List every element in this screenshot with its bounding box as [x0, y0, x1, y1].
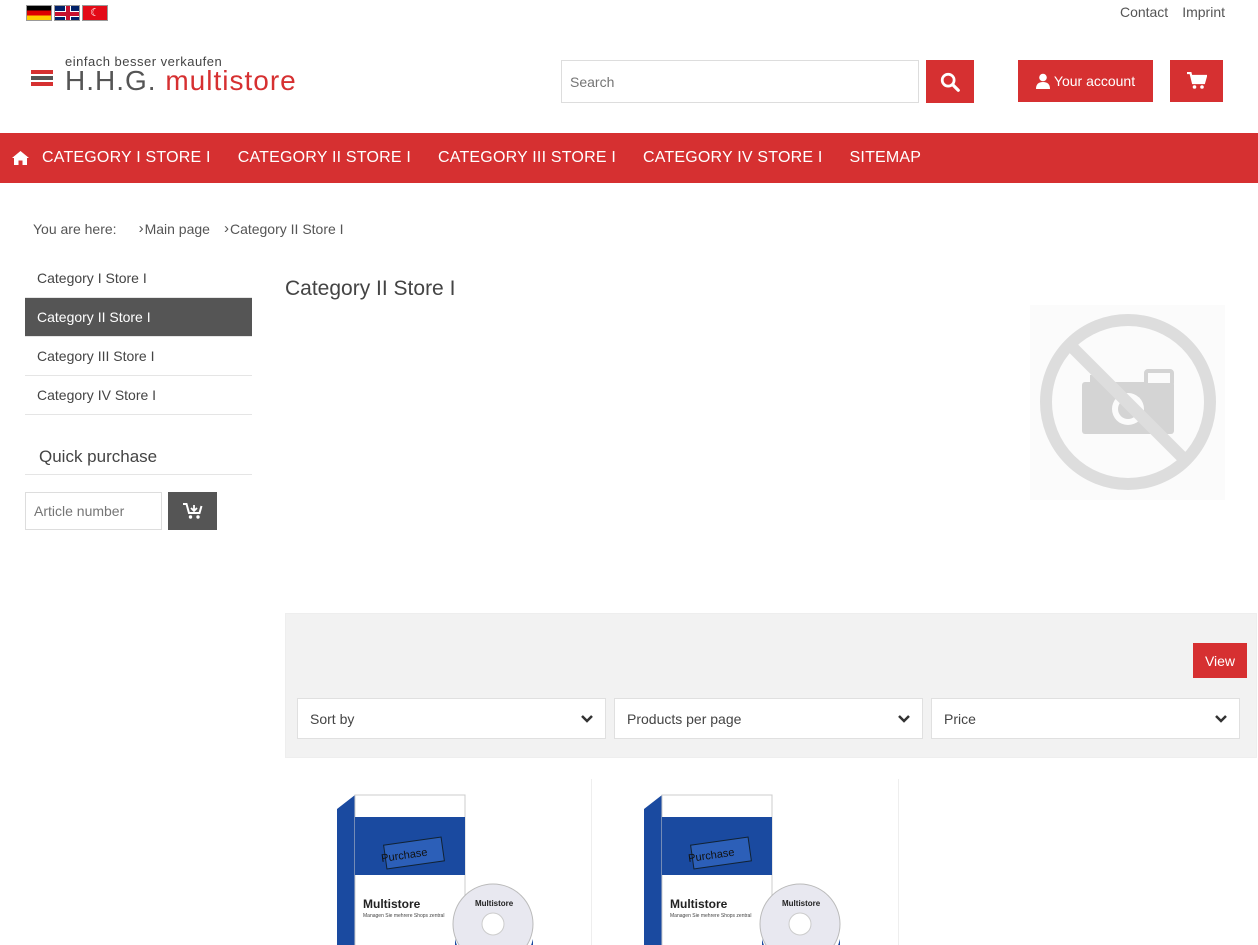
- article-number-input[interactable]: [25, 492, 162, 530]
- imprint-link[interactable]: Imprint: [1182, 4, 1225, 20]
- nav-category-3[interactable]: CATEGORY III STORE I: [438, 149, 616, 167]
- chevron-down-icon: [898, 714, 910, 723]
- user-icon: [1035, 73, 1050, 89]
- logo-bars-icon: [31, 70, 53, 88]
- nav-sitemap[interactable]: SITEMAP: [850, 149, 922, 167]
- sidebar-item-category-3[interactable]: Category III Store I: [25, 337, 252, 376]
- products-per-page-select[interactable]: Products per page: [614, 698, 923, 739]
- product-box-subtitle: Managen Sie mehrere Shops zentral: [363, 913, 444, 919]
- product-disc-label: Multistore: [475, 899, 514, 908]
- chevron-down-icon: [1215, 714, 1227, 723]
- chevron-right-icon: ›: [138, 220, 144, 237]
- breadcrumb-current-label: Category II Store I: [229, 220, 344, 237]
- chevron-right-icon: ›: [223, 220, 229, 237]
- page-title: Category II Store I: [285, 277, 456, 300]
- sidebar-item-category-4[interactable]: Category IV Store I: [25, 376, 252, 415]
- product-box-title: Multistore: [670, 897, 728, 911]
- search-button[interactable]: [926, 60, 974, 103]
- account-button[interactable]: Your account: [1018, 60, 1153, 102]
- product-disc-label: Multistore: [782, 899, 821, 908]
- nav-category-1[interactable]: CATEGORY I STORE I: [42, 149, 211, 167]
- product-card[interactable]: Purchase Multistore Managen Sie mehrere …: [592, 779, 899, 945]
- product-box-subtitle: Managen Sie mehrere Shops zentral: [670, 913, 751, 919]
- chevron-down-icon: [581, 714, 593, 723]
- view-button[interactable]: View: [1193, 643, 1247, 678]
- top-links: Contact Imprint: [1120, 4, 1225, 20]
- breadcrumb-main-page[interactable]: › Main page: [139, 220, 210, 237]
- product-image: Purchase Multistore Managen Sie mehrere …: [644, 794, 841, 945]
- sidebar-item-category-2[interactable]: Category II Store I: [25, 298, 252, 337]
- search-icon: [940, 72, 960, 92]
- breadcrumb-current[interactable]: › Category II Store I: [224, 220, 344, 237]
- logo-brand-hhg: H.H.G.: [65, 65, 157, 96]
- account-label: Your account: [1053, 73, 1136, 89]
- main-navigation: CATEGORY I STORE I CATEGORY II STORE I C…: [0, 133, 1258, 183]
- cart-button[interactable]: [1170, 60, 1223, 102]
- contact-link[interactable]: Contact: [1120, 4, 1168, 20]
- sidebar-item-category-1[interactable]: Category I Store I: [25, 259, 252, 298]
- breadcrumb: You are here: › Main page › Category II St…: [33, 220, 344, 237]
- category-sidebar: Category I Store I Category II Store I C…: [25, 259, 252, 415]
- sort-by-select[interactable]: Sort by: [297, 698, 606, 739]
- breadcrumb-main-page-label: Main page: [144, 220, 210, 237]
- sort-by-label: Sort by: [310, 710, 355, 727]
- product-image: Purchase Multistore Managen Sie mehrere …: [337, 794, 534, 945]
- cart-icon: [1186, 72, 1207, 89]
- no-photo-icon: [1030, 305, 1225, 500]
- no-image-placeholder: [1030, 305, 1225, 500]
- add-to-cart-icon: [182, 502, 202, 519]
- quick-purchase-button[interactable]: [168, 492, 217, 530]
- products-per-page-label: Products per page: [627, 710, 742, 727]
- price-select[interactable]: Price: [931, 698, 1240, 739]
- english-flag-icon[interactable]: [54, 5, 80, 21]
- quick-purchase-title: Quick purchase: [25, 447, 252, 475]
- home-icon: [11, 151, 29, 165]
- price-label: Price: [944, 710, 976, 727]
- language-switcher: ☾: [26, 5, 108, 21]
- home-button[interactable]: [0, 151, 40, 165]
- store-logo[interactable]: einfach besser verkaufen H.H.G. multisto…: [31, 54, 361, 98]
- product-card[interactable]: Purchase Multistore Managen Sie mehrere …: [285, 779, 592, 945]
- logo-brand: H.H.G. multistore: [65, 65, 297, 97]
- nav-category-2[interactable]: CATEGORY II STORE I: [238, 149, 411, 167]
- search-input[interactable]: [561, 60, 919, 103]
- logo-brand-multistore: multistore: [165, 65, 297, 96]
- product-box-title: Multistore: [363, 897, 421, 911]
- breadcrumb-prefix: You are here:: [33, 220, 117, 237]
- turkish-flag-icon[interactable]: ☾: [82, 5, 108, 21]
- nav-category-4[interactable]: CATEGORY IV STORE I: [643, 149, 823, 167]
- german-flag-icon[interactable]: [26, 5, 52, 21]
